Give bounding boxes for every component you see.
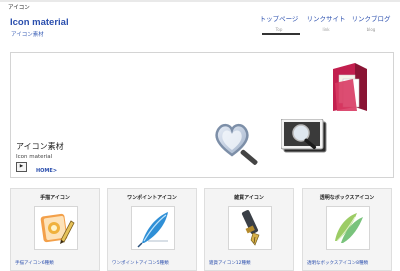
card-link[interactable]: 透明なボックスアイコン8種類 <box>307 260 368 266</box>
card-link[interactable]: 雑貨アイコン12種類 <box>209 260 251 266</box>
site-title[interactable]: Icon material <box>10 17 69 28</box>
nav-label: トップページ <box>259 15 299 23</box>
photo-search-icon <box>281 119 327 153</box>
top-border <box>0 0 400 2</box>
card-image[interactable] <box>326 206 370 250</box>
category-card-translucent-box[interactable]: 透明なボックスアイコン 透明なボックスアイコン8種類 <box>302 188 392 271</box>
nav-sublabel: blog <box>366 27 376 32</box>
category-card-handdrawn[interactable]: 手描アイコン 手描アイコン6種類 <box>10 188 100 271</box>
site-tagline: アイコン <box>8 5 30 11</box>
card-title: 手描アイコン <box>40 195 70 201</box>
card-title: 透明なボックスアイコン <box>319 195 375 201</box>
home-link[interactable]: HOME> <box>36 168 57 174</box>
handdrawn-pencil-icon <box>40 213 75 244</box>
nav-item-blog[interactable]: リンクブログ blog <box>350 13 392 35</box>
nav-label: リンクサイト <box>306 15 346 23</box>
play-button[interactable]: ▶ <box>16 162 27 172</box>
heart-magnifier-icon <box>215 123 258 165</box>
card-title: 雑貨アイコン <box>234 195 264 201</box>
fountain-pen-icon <box>241 210 260 246</box>
site-subtitle: アイコン素材 <box>11 32 44 38</box>
card-title: ワンポイントアイコン <box>127 195 177 201</box>
card-image[interactable] <box>228 206 272 250</box>
nav-item-link[interactable]: リンクサイト link <box>306 13 346 35</box>
translucent-box-icon <box>335 213 363 243</box>
nav-sublabel: Top <box>275 27 283 32</box>
card-image[interactable] <box>34 206 78 250</box>
hero-title: アイコン素材 <box>16 142 64 151</box>
nav-label: リンクブログ <box>351 15 391 23</box>
nav-sublabel: link <box>322 27 330 32</box>
card-image[interactable] <box>131 206 175 250</box>
category-card-onepoint[interactable]: ワンポイントアイコン ワンポイントアイコン5種類 <box>107 188 197 271</box>
card-link[interactable]: ワンポイントアイコン5種類 <box>112 260 169 266</box>
nav-item-top[interactable]: トップページ Top <box>258 13 300 35</box>
hero-banner: アイコン素材 Icon material ▶ HOME> <box>10 52 394 178</box>
folder-icon <box>333 63 367 111</box>
feather-quill-icon <box>137 212 168 248</box>
card-link[interactable]: 手描アイコン6種類 <box>15 260 54 266</box>
hero-subtitle: Icon material <box>16 154 53 160</box>
category-card-goods[interactable]: 雑貨アイコン 雑貨アイコン12種類 <box>204 188 294 271</box>
nav-active-indicator <box>262 33 300 35</box>
